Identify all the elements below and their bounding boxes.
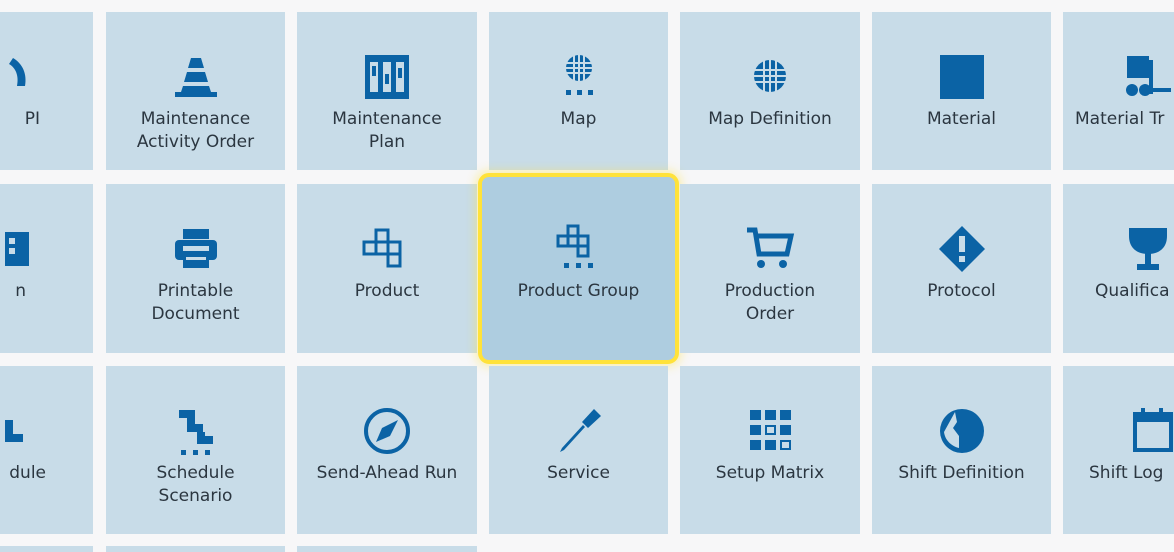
tile-row4-col3[interactable] <box>297 546 477 552</box>
tile-pi[interactable]: PI <box>0 12 93 170</box>
tile-label: Printable Document <box>151 281 240 324</box>
tile-label: Map Definition <box>708 109 832 129</box>
tile-label: Service <box>547 463 610 483</box>
map-dots-icon <box>554 52 604 102</box>
tile-row4-col2[interactable] <box>106 546 285 552</box>
tile-map[interactable]: Map <box>489 12 668 170</box>
trophy-icon <box>1123 224 1173 274</box>
tile-printable-document[interactable]: Printable Document <box>106 184 285 353</box>
schedule-icon <box>0 406 33 456</box>
tile-label: Qualifica <box>1095 281 1170 301</box>
tile-service[interactable]: Service <box>489 366 668 534</box>
tile-schedule[interactable]: dule <box>0 366 93 534</box>
maintenance-plan-icon <box>362 52 412 102</box>
tile-label: Map <box>560 109 597 129</box>
tile-label: Shift Log <box>1089 463 1164 483</box>
cart-icon <box>745 224 795 274</box>
shift-clock-icon <box>937 406 987 456</box>
tile-label: Protocol <box>927 281 996 301</box>
tile-map-definition[interactable]: Map Definition <box>680 12 860 170</box>
tile-qualification[interactable]: Qualifica <box>1063 184 1174 353</box>
tile-label: Material <box>926 109 997 129</box>
document-icon <box>0 224 33 274</box>
compass-icon <box>362 406 412 456</box>
tile-label: Send-Ahead Run <box>316 463 458 483</box>
tile-label: Material Tr <box>1075 109 1165 129</box>
tile-label: Product <box>354 281 420 301</box>
tile-row2-col1[interactable]: n <box>0 184 93 353</box>
tile-protocol[interactable]: Protocol <box>872 184 1051 353</box>
tile-maintenance-plan[interactable]: Maintenance Plan <box>297 12 477 170</box>
tile-row4-col1[interactable] <box>0 546 93 552</box>
tile-grid: PI Maintenance Activity Order Maintenanc… <box>0 0 1174 552</box>
tile-label: dule <box>9 463 46 483</box>
tile-label: Product Group <box>517 281 640 301</box>
tile-product[interactable]: Product <box>297 184 477 353</box>
product-group-icon <box>554 223 604 273</box>
traffic-cone-icon <box>171 52 221 102</box>
tile-material[interactable]: Material <box>872 12 1051 170</box>
tile-maintenance-activity-order[interactable]: Maintenance Activity Order <box>106 12 285 170</box>
tile-label: Maintenance Activity Order <box>136 109 255 152</box>
product-blocks-icon <box>362 224 412 274</box>
gauge-icon <box>0 52 33 102</box>
matrix-icon <box>745 406 795 456</box>
tile-shift-log[interactable]: Shift Log <box>1063 366 1174 534</box>
tile-material-transport[interactable]: Material Tr <box>1063 12 1174 170</box>
tile-product-group[interactable]: Product Group <box>478 173 679 364</box>
screwdriver-icon <box>554 406 604 456</box>
tile-label: Shift Definition <box>898 463 1025 483</box>
tile-label: n <box>15 281 26 301</box>
tile-setup-matrix[interactable]: Setup Matrix <box>680 366 860 534</box>
tile-production-order[interactable]: Production Order <box>680 184 860 353</box>
globe-grid-icon <box>745 52 795 102</box>
forklift-icon <box>1123 52 1173 102</box>
tile-send-ahead-run[interactable]: Send-Ahead Run <box>297 366 477 534</box>
calendar-icon <box>1123 406 1173 456</box>
tile-shift-definition[interactable]: Shift Definition <box>872 366 1051 534</box>
tile-schedule-scenario[interactable]: Schedule Scenario <box>106 366 285 534</box>
diamond-alert-icon <box>937 224 987 274</box>
tile-label: PI <box>24 109 40 129</box>
tile-label: Schedule Scenario <box>156 463 235 506</box>
printer-icon <box>171 224 221 274</box>
tile-label: Production Order <box>724 281 816 324</box>
schedule-scenario-icon <box>171 406 221 456</box>
tile-label: Maintenance Plan <box>332 109 442 152</box>
square-icon <box>937 52 987 102</box>
tile-label: Setup Matrix <box>715 463 825 483</box>
